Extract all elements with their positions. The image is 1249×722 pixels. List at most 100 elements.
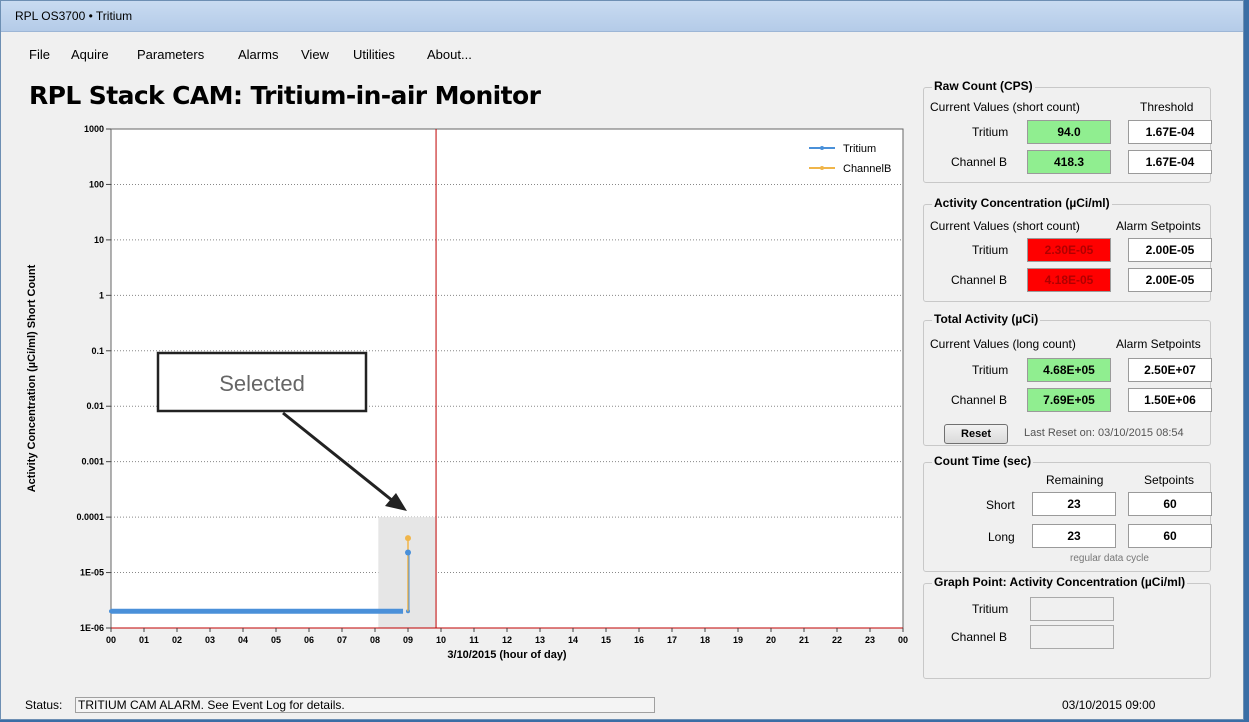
x-tick-label: 12	[502, 635, 512, 645]
count-time-title: Count Time (sec)	[932, 454, 1034, 468]
graph-point-panel: Graph Point: Activity Concentration (µCi…	[923, 575, 1211, 679]
x-tick-label: 04	[238, 635, 248, 645]
total-activity-tritium-value: 4.68E+05	[1027, 358, 1111, 382]
y-tick-label: 0.1	[91, 346, 104, 356]
total-activity-channelb-label: Channel B	[951, 393, 1008, 407]
count-time-long-remaining: 23	[1032, 524, 1116, 548]
raw-count-tritium-value: 94.0	[1027, 120, 1111, 144]
activity-concentration-col2: Alarm Setpoints	[1116, 219, 1201, 233]
activity-concentration-channelb-value: 4.18E-05	[1027, 268, 1111, 292]
raw-count-channelb-value: 418.3	[1027, 150, 1111, 174]
title-bar: RPL OS3700 • Tritium	[1, 1, 1243, 32]
status-bar: Status: TRITIUM CAM ALARM. See Event Log…	[15, 695, 1235, 715]
y-tick-label: 0.01	[86, 401, 104, 411]
x-tick-label: 02	[172, 635, 182, 645]
menu-aquire[interactable]: Aquire	[71, 47, 109, 62]
menu-parameters[interactable]: Parameters	[137, 47, 204, 62]
tritium-point	[274, 609, 278, 614]
y-tick-label: 1000	[84, 124, 104, 134]
menu-file[interactable]: File	[29, 47, 50, 62]
status-label: Status:	[25, 698, 63, 712]
count-time-short-label: Short	[986, 498, 1015, 512]
count-time-note: regular data cycle	[1070, 553, 1149, 564]
raw-count-channelb-threshold: 1.67E-04	[1128, 150, 1212, 174]
tritium-point	[208, 609, 212, 614]
y-tick-label: 1E-05	[80, 568, 104, 578]
menu-utilities[interactable]: Utilities	[353, 47, 395, 62]
y-tick-label: 1	[99, 290, 104, 300]
x-tick-label: 17	[667, 635, 677, 645]
x-tick-label: 11	[469, 635, 479, 645]
activity-concentration-channelb-setpoint: 2.00E-05	[1128, 268, 1212, 292]
menu-about[interactable]: About...	[427, 47, 472, 62]
tritium-point	[405, 549, 411, 556]
x-tick-label: 19	[733, 635, 743, 645]
legend-channelb-label: ChannelB	[843, 163, 891, 175]
y-tick-label: 1E-06	[80, 623, 104, 633]
x-tick-label: 08	[370, 635, 380, 645]
total-activity-channelb-setpoint: 1.50E+06	[1128, 388, 1212, 412]
count-time-panel: Count Time (sec) Remaining Setpoints Sho…	[923, 454, 1212, 572]
raw-count-tritium-label: Tritium	[972, 125, 1009, 139]
legend-tritium-label: Tritium	[843, 143, 876, 155]
graph-point-tritium-value	[1030, 597, 1114, 621]
total-activity-panel: Total Activity (µCi) Current Values (lon…	[923, 312, 1212, 446]
tritium-point	[175, 609, 179, 614]
tritium-point	[340, 609, 344, 614]
total-activity-title: Total Activity (µCi)	[932, 312, 1041, 326]
app-heading: RPL Stack CAM: Tritium-in-air Monitor	[29, 81, 541, 110]
count-time-col1: Remaining	[1046, 473, 1104, 487]
raw-count-col1: Current Values (short count)	[930, 100, 1080, 114]
last-reset-text: Last Reset on: 03/10/2015 08:54	[1024, 427, 1184, 439]
reset-button[interactable]: Reset	[944, 424, 1008, 444]
x-tick-label: 05	[271, 635, 281, 645]
x-axis-label: 3/10/2015 (hour of day)	[447, 649, 567, 661]
tritium-point	[142, 609, 146, 614]
graph-point-channelb-value	[1030, 625, 1114, 649]
total-activity-col2: Alarm Setpoints	[1116, 337, 1201, 351]
menu-alarms[interactable]: Alarms	[238, 47, 278, 62]
x-tick-label: 23	[865, 635, 875, 645]
x-tick-label: 00	[898, 635, 908, 645]
y-tick-label: 10	[94, 235, 104, 245]
activity-concentration-title: Activity Concentration (µCi/ml)	[932, 196, 1112, 210]
activity-concentration-channelb-label: Channel B	[951, 273, 1008, 287]
count-time-col2: Setpoints	[1144, 473, 1195, 487]
activity-chart[interactable]: 10001001010.10.010.0010.00011E-051E-0600…	[21, 113, 911, 665]
x-tick-label: 16	[634, 635, 644, 645]
legend-channelb-marker	[820, 166, 824, 170]
annotation-text: Selected	[219, 371, 305, 396]
menu-view[interactable]: View	[301, 47, 329, 62]
x-tick-label: 10	[436, 635, 446, 645]
total-activity-tritium-setpoint: 2.50E+07	[1128, 358, 1212, 382]
activity-concentration-col1: Current Values (short count)	[930, 219, 1080, 233]
total-activity-tritium-label: Tritium	[972, 363, 1009, 377]
x-tick-label: 09	[403, 635, 413, 645]
x-tick-label: 15	[601, 635, 611, 645]
x-tick-label: 01	[139, 635, 149, 645]
y-tick-label: 0.001	[81, 457, 104, 467]
x-tick-label: 21	[799, 635, 809, 645]
x-tick-label: 18	[700, 635, 710, 645]
raw-count-panel: Raw Count (CPS) Current Values (short co…	[923, 79, 1212, 183]
graph-point-title: Graph Point: Activity Concentration (µCi…	[932, 575, 1188, 589]
count-time-short-remaining: 23	[1032, 492, 1116, 516]
count-time-long-label: Long	[988, 530, 1015, 544]
x-tick-label: 20	[766, 635, 776, 645]
x-tick-label: 13	[535, 635, 545, 645]
total-activity-col1: Current Values (long count)	[930, 337, 1076, 351]
y-tick-label: 0.0001	[76, 512, 104, 522]
status-datetime: 03/10/2015 09:00	[1062, 698, 1156, 712]
graph-point-tritium-label: Tritium	[972, 602, 1009, 616]
tritium-point	[307, 609, 311, 614]
channelb-point	[405, 535, 411, 542]
y-tick-label: 100	[89, 179, 104, 189]
raw-count-col2: Threshold	[1140, 100, 1194, 114]
x-tick-label: 07	[337, 635, 347, 645]
x-tick-label: 03	[205, 635, 215, 645]
x-tick-label: 00	[106, 635, 116, 645]
x-tick-label: 06	[304, 635, 314, 645]
legend-tritium-marker	[820, 146, 824, 150]
activity-concentration-tritium-label: Tritium	[972, 243, 1009, 257]
tritium-point	[109, 609, 113, 614]
